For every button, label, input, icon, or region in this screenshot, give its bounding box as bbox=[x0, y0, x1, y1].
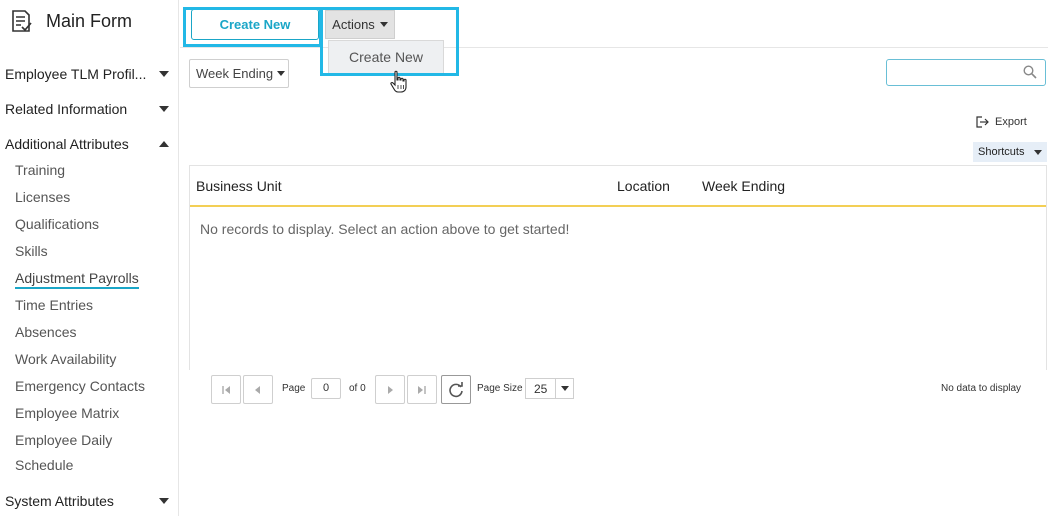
sidebar-item-time-entries[interactable]: Time Entries bbox=[15, 297, 93, 313]
page-number-input[interactable]: 0 bbox=[311, 378, 341, 399]
chevron-up-icon bbox=[159, 141, 169, 147]
previous-page-icon bbox=[255, 385, 260, 394]
refresh-icon bbox=[449, 381, 463, 397]
chevron-down-icon bbox=[159, 71, 169, 77]
week-ending-label: Week Ending bbox=[196, 66, 274, 81]
empty-grid-message: No records to display. Select an action … bbox=[200, 221, 570, 237]
export-label: Export bbox=[995, 116, 1027, 128]
hand-pointer-icon bbox=[390, 70, 407, 93]
section-label: System Attributes bbox=[5, 493, 114, 509]
sidebar-item-schedule[interactable]: Schedule bbox=[15, 457, 73, 473]
main-form-header[interactable]: Main Form bbox=[8, 8, 132, 34]
sidebar-item-skills[interactable]: Skills bbox=[15, 243, 48, 259]
section-additional-attributes[interactable]: Additional Attributes bbox=[5, 136, 175, 152]
sidebar-item-work-availability[interactable]: Work Availability bbox=[15, 351, 116, 367]
column-header-location[interactable]: Location bbox=[617, 178, 670, 194]
first-page-icon bbox=[222, 385, 230, 394]
toolbar-divider bbox=[180, 47, 1048, 48]
first-page-button[interactable] bbox=[211, 375, 241, 404]
column-header-business-unit[interactable]: Business Unit bbox=[196, 178, 282, 194]
highlight-box bbox=[183, 7, 322, 47]
sidebar-item-adjustment-payrolls[interactable]: Adjustment Payrolls bbox=[15, 270, 139, 289]
sidebar-item-employee-matrix[interactable]: Employee Matrix bbox=[15, 405, 119, 421]
section-system-attributes[interactable]: System Attributes bbox=[5, 493, 175, 509]
search-icon bbox=[1023, 65, 1037, 79]
last-page-button[interactable] bbox=[407, 375, 437, 404]
page-label: Page bbox=[282, 383, 306, 394]
chevron-down-icon bbox=[159, 498, 169, 504]
section-employee-tlm-profile[interactable]: Employee TLM Profil... bbox=[5, 66, 175, 82]
export-button[interactable]: Export bbox=[976, 116, 1027, 128]
chevron-down-icon bbox=[159, 106, 169, 112]
caret-down-icon bbox=[561, 386, 569, 391]
caret-down-icon bbox=[1034, 149, 1042, 155]
export-icon bbox=[976, 116, 989, 128]
shortcuts-label: Shortcuts bbox=[978, 146, 1025, 158]
refresh-button[interactable] bbox=[441, 375, 471, 404]
grid-header: Business Unit Location Week Ending bbox=[190, 166, 1046, 207]
sidebar-item-qualifications[interactable]: Qualifications bbox=[15, 216, 99, 232]
section-label: Additional Attributes bbox=[5, 136, 129, 152]
sidebar-item-absences[interactable]: Absences bbox=[15, 324, 76, 340]
search-input[interactable] bbox=[886, 59, 1046, 86]
page-size-label: Page Size bbox=[477, 383, 523, 394]
page-title: Main Form bbox=[46, 10, 133, 31]
highlight-box bbox=[320, 7, 459, 76]
sidebar-item-training[interactable]: Training bbox=[15, 162, 65, 178]
last-page-icon bbox=[418, 385, 426, 394]
sidebar-item-employee-daily[interactable]: Employee Daily bbox=[15, 432, 112, 448]
next-page-button[interactable] bbox=[375, 375, 405, 404]
week-ending-filter[interactable]: Week Ending bbox=[189, 59, 289, 88]
page-size-select[interactable]: 25 bbox=[525, 378, 574, 399]
sidebar-item-emergency-contacts[interactable]: Emergency Contacts bbox=[15, 378, 145, 394]
select-divider bbox=[555, 379, 556, 398]
column-header-week-ending[interactable]: Week Ending bbox=[702, 178, 785, 194]
page-of-label: of 0 bbox=[349, 383, 366, 394]
pager-status: No data to display bbox=[941, 383, 1022, 394]
next-page-icon bbox=[388, 385, 393, 394]
section-label: Related Information bbox=[5, 101, 128, 117]
shortcuts-dropdown[interactable]: Shortcuts bbox=[973, 142, 1047, 162]
page-size-value: 25 bbox=[534, 381, 548, 396]
section-label: Employee TLM Profil... bbox=[5, 66, 147, 82]
sidebar-item-licenses[interactable]: Licenses bbox=[15, 189, 70, 205]
document-check-icon bbox=[12, 10, 32, 32]
caret-down-icon bbox=[277, 71, 286, 76]
previous-page-button[interactable] bbox=[243, 375, 273, 404]
sidebar: Main Form Employee TLM Profil... Related… bbox=[0, 0, 179, 516]
section-related-information[interactable]: Related Information bbox=[5, 101, 175, 117]
records-grid: Business Unit Location Week Ending No re… bbox=[189, 165, 1047, 370]
